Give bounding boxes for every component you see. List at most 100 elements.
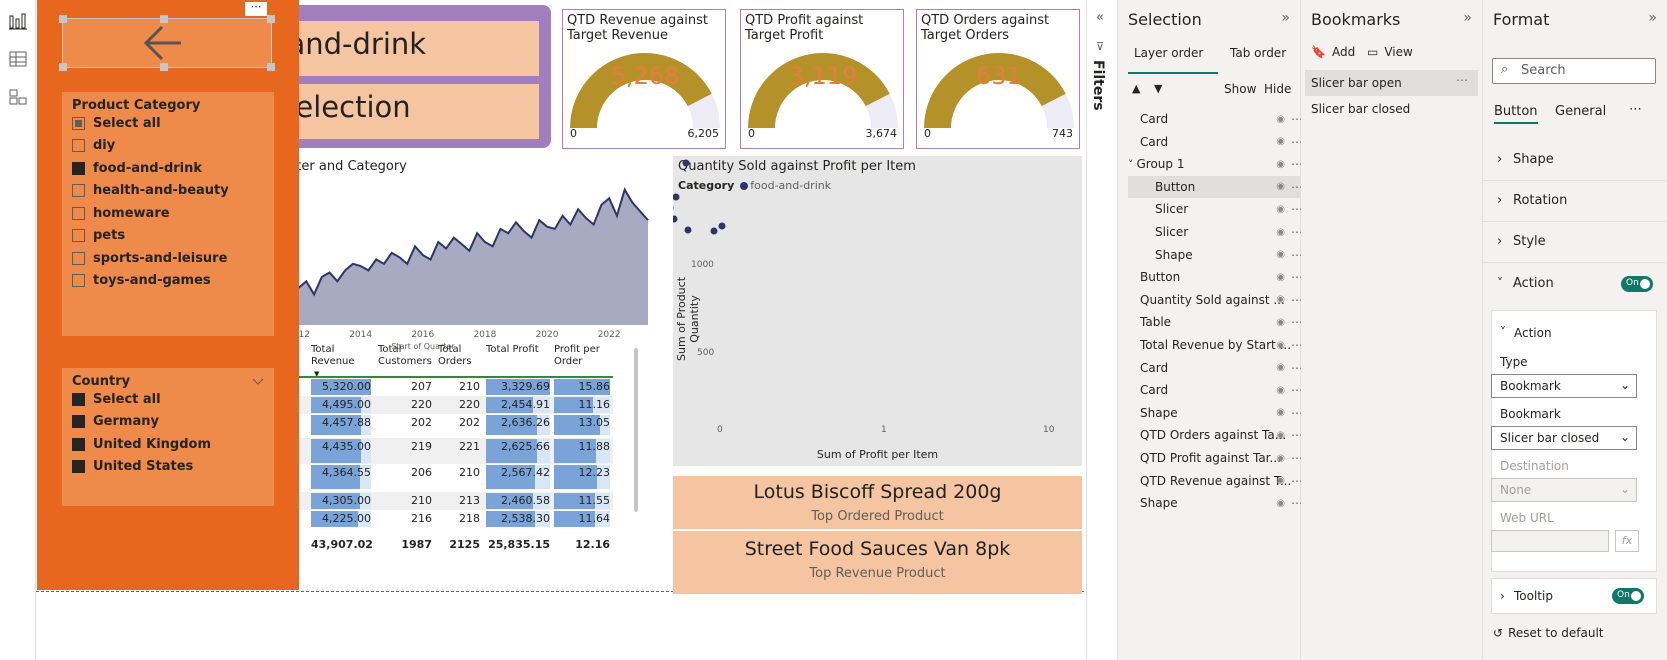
- checkbox[interactable]: [72, 415, 85, 428]
- table-row[interactable]: 4,225.00 216 218 2,538.30 11.64: [283, 510, 613, 528]
- bookmark-dropdown[interactable]: Slicer bar closed ⌄: [1491, 426, 1637, 450]
- report-view-icon[interactable]: [8, 12, 28, 30]
- action-toggle[interactable]: On: [1621, 276, 1653, 292]
- more-options-icon[interactable]: ⋯: [1629, 102, 1642, 117]
- country-option[interactable]: Germany: [72, 411, 159, 433]
- collapse-selection-icon[interactable]: »: [1281, 10, 1290, 26]
- visibility-eye-icon[interactable]: ◉: [1276, 227, 1285, 238]
- layer-item[interactable]: Card ◉ ⋯: [1128, 108, 1303, 130]
- model-view-icon[interactable]: [8, 88, 28, 106]
- format-section[interactable]: Style: [1513, 234, 1546, 249]
- tooltip-card[interactable]: › Tooltip On: [1491, 578, 1657, 614]
- visibility-eye-icon[interactable]: ◉: [1276, 294, 1285, 305]
- checkbox[interactable]: [72, 206, 85, 220]
- layer-item[interactable]: Button ◉ ⋯: [1128, 266, 1303, 288]
- visibility-eye-icon[interactable]: ◉: [1276, 362, 1285, 373]
- bookmark-item[interactable]: Slicer bar closed: [1311, 102, 1410, 116]
- product-table[interactable]: Total Revenue Total Customers Total Orders…: [283, 344, 657, 594]
- visibility-eye-icon[interactable]: ◉: [1276, 475, 1285, 486]
- view-bookmark-button[interactable]: ▭ View: [1367, 45, 1413, 59]
- visibility-eye-icon[interactable]: ◉: [1276, 498, 1285, 509]
- layer-item[interactable]: QTD Revenue against T... ◉ ⋯: [1128, 470, 1303, 492]
- sub-action-chevron-icon[interactable]: ˅: [1500, 325, 1506, 339]
- section-chevron-icon[interactable]: ›: [1497, 234, 1502, 249]
- add-bookmark-button[interactable]: 🔖 Add: [1311, 45, 1355, 59]
- visibility-eye-icon[interactable]: ◉: [1276, 340, 1285, 351]
- search-input[interactable]: ⌕ Search: [1492, 58, 1656, 84]
- country-option[interactable]: United Kingdom: [72, 433, 211, 455]
- layer-item[interactable]: Card ◉ ⋯: [1128, 357, 1303, 379]
- tab-button[interactable]: Button: [1494, 104, 1538, 119]
- data-view-icon[interactable]: [8, 50, 28, 68]
- checkbox[interactable]: [72, 392, 85, 406]
- checkbox[interactable]: [72, 460, 85, 473]
- filters-pane-collapsed[interactable]: « ⊽ Filters: [1086, 0, 1118, 660]
- gauge-card[interactable]: QTD Revenue against Target Revenue 5,268 0…: [562, 9, 726, 149]
- tab-layer-order[interactable]: Layer order: [1134, 46, 1203, 60]
- category-option[interactable]: Select all: [72, 112, 161, 134]
- visibility-eye-icon[interactable]: ◉: [1276, 249, 1285, 260]
- collapse-bookmarks-icon[interactable]: »: [1463, 10, 1472, 26]
- layer-item[interactable]: QTD Orders against Ta... ◉ ⋯: [1128, 424, 1303, 446]
- layer-item[interactable]: Card ◉ ⋯: [1128, 379, 1303, 401]
- category-option[interactable]: food-and-drink: [72, 157, 202, 179]
- gauge-card[interactable]: QTD Orders against Target Orders 631 0 743: [916, 9, 1080, 149]
- visibility-eye-icon[interactable]: ◉: [1276, 204, 1285, 215]
- layer-item[interactable]: Shape ◉ ⋯: [1128, 244, 1303, 266]
- checkbox[interactable]: [72, 184, 85, 197]
- category-option[interactable]: pets: [72, 225, 125, 247]
- action-section-title[interactable]: Action: [1513, 276, 1554, 291]
- table-header[interactable]: Total Orders: [438, 344, 480, 368]
- top-products-card[interactable]: Lotus Biscoff Spread 200g Top Ordered Pr…: [673, 476, 1082, 594]
- more-options-icon[interactable]: ⋯: [245, 1, 267, 16]
- visibility-eye-icon[interactable]: ◉: [1276, 181, 1285, 192]
- visibility-eye-icon[interactable]: ◉: [1276, 136, 1285, 147]
- layer-item[interactable]: Button ◉ ⋯: [1128, 175, 1303, 198]
- table-row[interactable]: n4,457.882022022,636.2613.05: [283, 414, 613, 436]
- visibility-eye-icon[interactable]: ◉: [1276, 159, 1285, 170]
- layer-item[interactable]: Total Revenue by Start ... ◉ ⋯: [1128, 334, 1303, 356]
- expand-filters-icon[interactable]: «: [1096, 10, 1104, 25]
- layer-item[interactable]: Shape ◉ ⋯: [1128, 402, 1303, 424]
- bookmark-more-icon[interactable]: ⋯: [1456, 73, 1468, 87]
- checkbox[interactable]: [72, 229, 85, 242]
- group-chevron-icon[interactable]: ˅: [1128, 158, 1134, 171]
- hide-all-button[interactable]: Hide: [1264, 82, 1291, 96]
- layer-item[interactable]: Slicer ◉ ⋯: [1128, 198, 1303, 220]
- category-option[interactable]: toys-and-games: [72, 270, 211, 292]
- visibility-eye-icon[interactable]: ◉: [1276, 430, 1285, 441]
- visibility-eye-icon[interactable]: ◉: [1276, 453, 1285, 464]
- move-up-icon[interactable]: ▲: [1132, 82, 1140, 95]
- scatter-chart[interactable]: Quantity Sold against Profit per Item Ca…: [673, 156, 1082, 466]
- table-header[interactable]: Total Profit: [486, 344, 550, 356]
- back-button[interactable]: [59, 15, 275, 71]
- tab-tab-order[interactable]: Tab order: [1230, 46, 1286, 60]
- table-row[interactable]: 4,305.00 210 213 2,460.58 11.55: [283, 492, 613, 510]
- checkbox[interactable]: [72, 116, 85, 130]
- country-option[interactable]: United States: [72, 456, 193, 478]
- tooltip-toggle[interactable]: On: [1612, 588, 1644, 604]
- checkbox[interactable]: [72, 161, 85, 175]
- revenue-area-chart[interactable]: arter and Category 201220142016201820202…: [283, 155, 663, 355]
- collapse-format-icon[interactable]: »: [1648, 10, 1657, 26]
- checkbox[interactable]: [72, 437, 85, 451]
- table-header[interactable]: Total Customers: [378, 344, 432, 368]
- checkbox[interactable]: [72, 274, 85, 287]
- visibility-eye-icon[interactable]: ◉: [1276, 317, 1285, 328]
- checkbox[interactable]: [72, 139, 85, 152]
- visibility-eye-icon[interactable]: ◉: [1276, 385, 1285, 396]
- table-row[interactable]: n4,435.002192212,625.6611.88: [283, 438, 613, 464]
- category-option[interactable]: homeware: [72, 202, 170, 224]
- bookmark-item[interactable]: Slicer bar open: [1311, 76, 1402, 90]
- visibility-eye-icon[interactable]: ◉: [1276, 114, 1285, 125]
- chevron-down-icon[interactable]: [252, 378, 264, 386]
- visibility-eye-icon[interactable]: ◉: [1276, 407, 1285, 418]
- category-option[interactable]: diy: [72, 135, 115, 157]
- move-down-icon[interactable]: ▼: [1154, 82, 1162, 95]
- layer-item[interactable]: ˅ Group 1 ◉ ⋯: [1128, 153, 1303, 175]
- layer-item[interactable]: Card ◉ ⋯: [1128, 131, 1303, 153]
- table-header[interactable]: Profit per Order: [554, 344, 610, 368]
- country-option[interactable]: Select all: [72, 388, 161, 410]
- reset-to-default-button[interactable]: ↺ Reset to default: [1493, 626, 1603, 640]
- checkbox[interactable]: [72, 251, 85, 265]
